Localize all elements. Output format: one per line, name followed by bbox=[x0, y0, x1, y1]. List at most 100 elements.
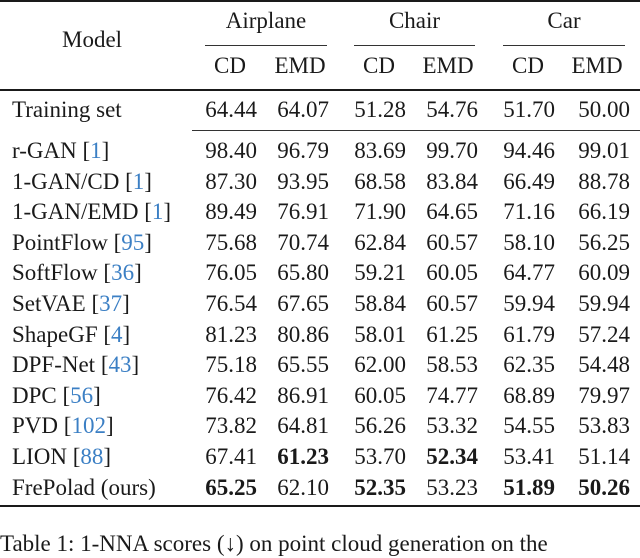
score-cell: 83.69 bbox=[354, 138, 406, 163]
score-cell: 67.65 bbox=[277, 291, 329, 316]
score-cell: 60.57 bbox=[426, 291, 478, 316]
metric-header-car-cd: CD bbox=[512, 53, 544, 78]
score-cell: 68.58 bbox=[354, 169, 406, 194]
citation-bracket: ] bbox=[131, 352, 140, 377]
citation-bracket: ] bbox=[144, 169, 152, 194]
header-rule bbox=[0, 89, 640, 91]
citation-bracket: ] bbox=[122, 291, 130, 316]
score-cell: 62.00 bbox=[354, 352, 406, 377]
citation-bracket: [ bbox=[138, 199, 152, 224]
score-cell: 60.57 bbox=[426, 230, 478, 255]
model-name: DPF-Net [43] bbox=[12, 351, 139, 379]
score-cell: 83.84 bbox=[426, 169, 478, 194]
citation-bracket: ] bbox=[101, 138, 110, 163]
citation-link[interactable]: 43 bbox=[108, 352, 131, 377]
citation-link[interactable]: 1 bbox=[152, 199, 164, 224]
citation-link[interactable]: 1 bbox=[133, 169, 145, 194]
score-cell: 86.91 bbox=[277, 383, 329, 408]
training-set-value: 54.76 bbox=[426, 97, 478, 122]
score-cell: 65.55 bbox=[277, 352, 329, 377]
training-set-value: 50.00 bbox=[578, 97, 630, 122]
citation-bracket: [ bbox=[58, 413, 72, 438]
score-cell: 65.25 bbox=[205, 475, 257, 500]
group-header-airplane: Airplane bbox=[225, 8, 307, 33]
score-cell: 76.91 bbox=[277, 199, 329, 224]
model-name: SoftFlow [36] bbox=[12, 259, 142, 287]
bottom-rule bbox=[0, 505, 640, 507]
citation-link[interactable]: 1 bbox=[90, 138, 102, 163]
metric-header-airplane-cd: CD bbox=[214, 53, 246, 78]
model-name: 1-GAN/EMD [1] bbox=[12, 198, 171, 226]
citation-link[interactable]: 88 bbox=[80, 444, 103, 469]
score-cell: 75.18 bbox=[205, 352, 257, 377]
score-cell: 94.46 bbox=[503, 138, 555, 163]
citation-bracket: [ bbox=[119, 169, 133, 194]
citation-bracket: [ bbox=[56, 383, 71, 408]
score-cell: 88.78 bbox=[578, 169, 630, 194]
score-cell: 87.30 bbox=[205, 169, 257, 194]
score-cell: 66.19 bbox=[578, 199, 630, 224]
citation-link[interactable]: 37 bbox=[99, 291, 122, 316]
score-cell: 68.89 bbox=[503, 383, 555, 408]
training-set-label: Training set bbox=[12, 97, 122, 122]
score-cell: 64.65 bbox=[426, 199, 478, 224]
score-cell: 62.10 bbox=[277, 475, 329, 500]
citation-link[interactable]: 56 bbox=[70, 383, 93, 408]
citation-link[interactable]: 95 bbox=[121, 230, 144, 255]
score-cell: 76.05 bbox=[205, 260, 257, 285]
score-cell: 54.55 bbox=[503, 413, 555, 438]
citation-bracket: ] bbox=[144, 230, 152, 255]
score-cell: 89.49 bbox=[205, 199, 257, 224]
score-cell: 80.86 bbox=[277, 322, 329, 347]
score-cell: 99.70 bbox=[426, 138, 478, 163]
citation-bracket: [ bbox=[85, 291, 100, 316]
score-cell: 65.80 bbox=[277, 260, 329, 285]
citation-link[interactable]: 4 bbox=[111, 322, 123, 347]
training-set-value: 51.70 bbox=[503, 97, 555, 122]
model-name-text: DPC bbox=[12, 383, 57, 408]
score-cell: 64.77 bbox=[503, 260, 555, 285]
citation-link[interactable]: 102 bbox=[71, 413, 106, 438]
score-cell: 62.35 bbox=[503, 352, 555, 377]
citation-bracket: ] bbox=[93, 383, 101, 408]
metric-header-car-emd: EMD bbox=[571, 53, 623, 78]
score-cell: 54.48 bbox=[578, 352, 630, 377]
score-cell: 51.89 bbox=[503, 475, 555, 500]
citation-bracket: ] bbox=[122, 322, 131, 347]
top-rule bbox=[0, 0, 640, 2]
citation-bracket: [ bbox=[107, 230, 122, 255]
model-name: SetVAE [37] bbox=[12, 290, 130, 318]
score-cell: 58.10 bbox=[503, 230, 555, 255]
score-cell: 52.35 bbox=[354, 475, 406, 500]
model-name-text: PointFlow bbox=[12, 230, 108, 255]
score-cell: 58.53 bbox=[426, 352, 478, 377]
training-set-value: 64.44 bbox=[205, 97, 257, 122]
model-name: r-GAN [1] bbox=[12, 137, 109, 165]
score-cell: 52.34 bbox=[426, 444, 478, 469]
score-cell: 60.05 bbox=[426, 260, 478, 285]
citation-bracket: [ bbox=[97, 260, 112, 285]
score-cell: 61.23 bbox=[277, 444, 329, 469]
score-cell: 75.68 bbox=[205, 230, 257, 255]
score-cell: 67.41 bbox=[205, 444, 257, 469]
score-cell: 71.16 bbox=[503, 199, 555, 224]
score-cell: 58.84 bbox=[354, 291, 406, 316]
model-name-text: 1-GAN/CD bbox=[12, 169, 120, 194]
group-rule-car bbox=[503, 45, 625, 46]
score-cell: 70.74 bbox=[277, 230, 329, 255]
model-name-text: LION bbox=[12, 444, 67, 469]
citation-link[interactable]: 36 bbox=[111, 260, 134, 285]
citation-bracket: [ bbox=[97, 322, 112, 347]
citation-bracket: ] bbox=[163, 199, 172, 224]
training-set-value: 51.28 bbox=[354, 97, 406, 122]
model-name-text: r-GAN bbox=[12, 138, 77, 163]
score-cell: 58.01 bbox=[354, 322, 406, 347]
score-cell: 59.94 bbox=[503, 291, 555, 316]
table-caption: Table 1: 1-NNA scores (↓) on point cloud… bbox=[0, 531, 548, 556]
score-cell: 56.25 bbox=[578, 230, 630, 255]
score-cell: 96.79 bbox=[277, 138, 329, 163]
group-header-chair: Chair bbox=[388, 8, 441, 33]
score-cell: 76.54 bbox=[205, 291, 257, 316]
metric-header-chair-emd: EMD bbox=[422, 53, 474, 78]
model-name: FrePolad (ours) bbox=[12, 474, 156, 502]
